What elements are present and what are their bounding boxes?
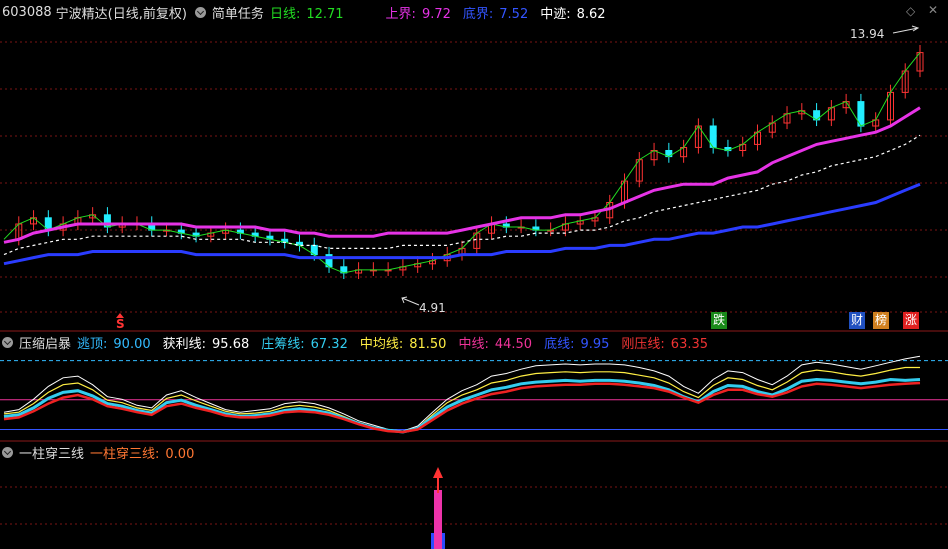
ind-item-1-value: 95.68 (212, 336, 250, 352)
ind-item-5: 底线: 9.95 (544, 333, 615, 352)
signal-s-arrow-icon (116, 313, 124, 318)
column-header: 一柱穿三线 一柱穿三线: 0.00 (0, 442, 206, 462)
ind-item-6-label: 刚压线: (621, 336, 665, 352)
col-item-0-label: 一柱穿三线: (90, 446, 160, 462)
ind-item-0: 逃顶: 90.00 (77, 333, 157, 352)
col-item-0-value: 0.00 (165, 446, 195, 462)
indicator-panel-title[interactable]: 压缩启暴 (19, 333, 71, 352)
ind-item-4-label: 中线: (458, 336, 489, 352)
ind-item-6: 刚压线: 63.35 (621, 333, 714, 352)
ind-item-1-label: 获利线: (162, 336, 207, 352)
column-panel-menu-icon[interactable] (2, 446, 13, 458)
column-bar-pink (434, 490, 442, 549)
ind-item-0-label: 逃顶: (77, 336, 108, 352)
column-panel-title[interactable]: 一柱穿三线 (19, 443, 84, 462)
column-bar (431, 467, 445, 549)
chart-canvas: 13.94 4.91 S (0, 25, 948, 549)
ind-item-0-value: 90.00 (113, 336, 151, 352)
main-lines (3, 52, 921, 274)
col-item-0: 一柱穿三线: 0.00 (90, 443, 200, 462)
high-arrow-icon (892, 25, 920, 34)
ind-item-2: 庄筹线: 67.32 (261, 333, 354, 352)
main-line-2 (3, 134, 921, 256)
badge-rise[interactable]: 涨 (903, 312, 920, 329)
ind-item-3: 中均线: 81.50 (360, 333, 453, 352)
ind-item-2-value: 67.32 (310, 336, 348, 352)
ind-item-5-label: 底线: (544, 336, 575, 352)
main-line-0 (3, 52, 921, 274)
indicator-lines (0, 355, 948, 434)
column-bar-arrow-head (433, 467, 443, 478)
high-price-label: 13.94 (850, 27, 884, 41)
signal-s-label: S (116, 317, 125, 331)
low-arrow-icon (401, 296, 420, 306)
ind-item-2-label: 庄筹线: (261, 336, 305, 352)
badge-rank[interactable]: 榜 (873, 312, 890, 329)
badge-fall[interactable]: 跌 (711, 312, 728, 329)
ind-item-1: 获利线: 95.68 (163, 333, 256, 352)
candlesticks (15, 44, 924, 280)
ind-item-4-value: 44.50 (494, 336, 533, 352)
ind-item-4: 中线: 44.50 (458, 333, 538, 352)
badge-finance[interactable]: 财 (849, 312, 866, 329)
ind-item-6-value: 63.35 (670, 336, 709, 352)
low-price-label: 4.91 (419, 301, 446, 315)
indicator-header: 压缩启暴 逃顶: 90.00 获利线: 95.68 庄筹线: 67.32 中均线: 81… (0, 332, 720, 352)
ind-item-3-label: 中均线: (359, 336, 404, 352)
ind-item-3-value: 81.50 (409, 336, 447, 352)
ind-item-5-value: 9.95 (580, 336, 610, 352)
indicator-panel-menu-icon[interactable] (2, 336, 13, 348)
